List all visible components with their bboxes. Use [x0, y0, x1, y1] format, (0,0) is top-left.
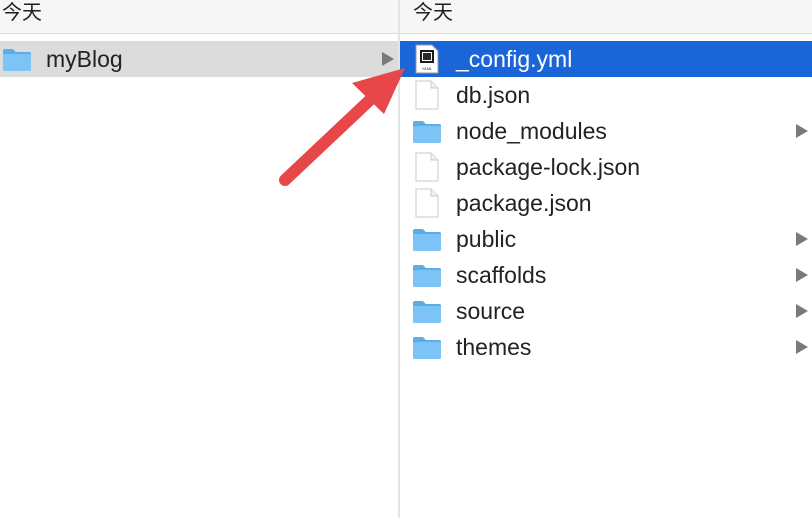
item-label: package.json	[456, 189, 592, 216]
item-label: node_modules	[456, 117, 607, 144]
right-item-package-json[interactable]: package.json	[400, 185, 812, 221]
yaml-file-icon: YAML	[412, 44, 442, 74]
disclosure-arrow-icon[interactable]	[796, 304, 808, 318]
folder-icon	[412, 116, 442, 146]
column-right: 今天 YAML _config.yml db.json node_modulespac…	[400, 0, 812, 518]
column-header-left: 今天	[0, 0, 398, 34]
column-header-right-label: 今天	[413, 2, 453, 24]
right-item-public[interactable]: public	[400, 221, 812, 257]
column-browser: 今天 myBlog 今天 YAML _config.yml db.json node_…	[0, 0, 812, 518]
folder-icon	[412, 260, 442, 290]
document-icon	[412, 80, 442, 110]
right-item-db-json[interactable]: db.json	[400, 77, 812, 113]
column-left: 今天 myBlog	[0, 0, 398, 518]
right-item-node-modules[interactable]: node_modules	[400, 113, 812, 149]
item-label: scaffolds	[456, 261, 547, 288]
disclosure-arrow-icon[interactable]	[796, 340, 808, 354]
right-item-package-lock-json[interactable]: package-lock.json	[400, 149, 812, 185]
folder-icon	[412, 224, 442, 254]
document-icon	[412, 188, 442, 218]
file-list-right: YAML _config.yml db.json node_modulespackag…	[400, 41, 812, 365]
right-item-scaffolds[interactable]: scaffolds	[400, 257, 812, 293]
right-item-source[interactable]: source	[400, 293, 812, 329]
item-label: package-lock.json	[456, 153, 641, 180]
item-label: themes	[456, 333, 532, 360]
disclosure-arrow-icon[interactable]	[796, 124, 808, 138]
folder-icon	[412, 332, 442, 362]
folder-icon	[2, 44, 32, 74]
right-item-themes[interactable]: themes	[400, 329, 812, 365]
column-header-left-label: 今天	[2, 2, 42, 24]
left-item-myblog[interactable]: myBlog	[0, 41, 398, 77]
item-label: db.json	[456, 81, 531, 108]
right-item-config-yml[interactable]: YAML _config.yml	[400, 41, 812, 77]
item-label: _config.yml	[456, 45, 573, 72]
folder-icon	[412, 296, 442, 326]
document-icon	[412, 152, 442, 182]
yaml-icon-caption: YAML	[422, 66, 433, 71]
file-list-left: myBlog	[0, 41, 398, 77]
disclosure-arrow-icon[interactable]	[796, 232, 808, 246]
item-label: source	[456, 297, 526, 324]
column-header-right: 今天	[400, 0, 812, 34]
item-label: myBlog	[46, 45, 123, 72]
disclosure-arrow-icon[interactable]	[382, 52, 394, 66]
item-label: public	[456, 225, 517, 252]
disclosure-arrow-icon[interactable]	[796, 268, 808, 282]
